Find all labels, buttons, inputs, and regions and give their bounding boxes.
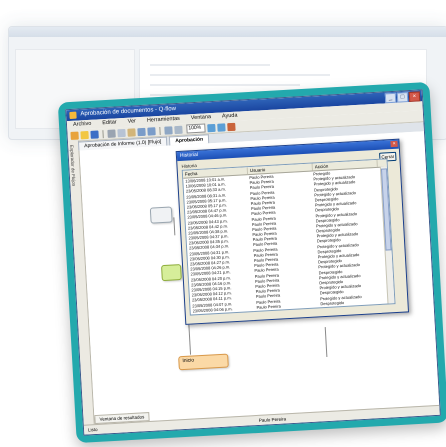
- flow-node-inicio[interactable]: Inicio: [178, 353, 229, 371]
- zoom-out-icon[interactable]: [217, 122, 226, 132]
- toolbar-separator: [159, 126, 161, 135]
- close-icon[interactable]: ×: [408, 91, 421, 103]
- history-dialog: Historial × Historia Cerrar Fecha Usuari…: [175, 138, 410, 325]
- history-table[interactable]: Fecha Usuario Acción 13/06/2008 10:01 a.…: [181, 158, 396, 316]
- new-icon[interactable]: [70, 131, 79, 140]
- connector-line: [324, 327, 328, 358]
- maximize-icon[interactable]: □: [396, 92, 409, 103]
- app-icon: [69, 111, 77, 120]
- application-window: Aprobación de documentos - Q-flow _ □ × …: [65, 89, 441, 436]
- dialog-title: Historial: [179, 151, 199, 159]
- cut-icon[interactable]: [107, 128, 116, 138]
- connector-line: [173, 217, 176, 236]
- flow-node-step[interactable]: [149, 206, 173, 224]
- status-text: Listo: [87, 426, 98, 433]
- status-user: Paulo Pereira: [258, 416, 287, 423]
- history-rows: 13/06/2008 10:01 a.m. Paulo Pereira Proteg…: [183, 167, 394, 314]
- paste-icon[interactable]: [127, 127, 136, 137]
- copy-icon[interactable]: [117, 128, 126, 137]
- background-window-titlebar: [9, 27, 446, 37]
- minimize-icon[interactable]: _: [384, 92, 397, 104]
- open-icon[interactable]: [80, 130, 89, 139]
- teal-frame: Aprobación de documentos - Q-flow _ □ × …: [57, 81, 446, 444]
- redo-icon[interactable]: [147, 126, 156, 136]
- history-icon[interactable]: [227, 122, 236, 131]
- grid-icon[interactable]: [174, 125, 183, 134]
- align-icon[interactable]: [164, 125, 173, 135]
- history-section-label: Historia: [181, 162, 197, 169]
- flow-explorer-label: Explorador de Flujos: [69, 144, 77, 187]
- dialog-close-icon[interactable]: ×: [390, 140, 398, 148]
- zoom-in-icon[interactable]: [207, 123, 216, 132]
- zoom-select[interactable]: 100%: [186, 123, 206, 134]
- save-icon[interactable]: [90, 129, 99, 139]
- flow-node-label: Inicio: [182, 357, 195, 365]
- undo-icon[interactable]: [137, 127, 146, 136]
- flow-node-start[interactable]: [161, 264, 182, 282]
- toolbar-separator: [102, 129, 104, 138]
